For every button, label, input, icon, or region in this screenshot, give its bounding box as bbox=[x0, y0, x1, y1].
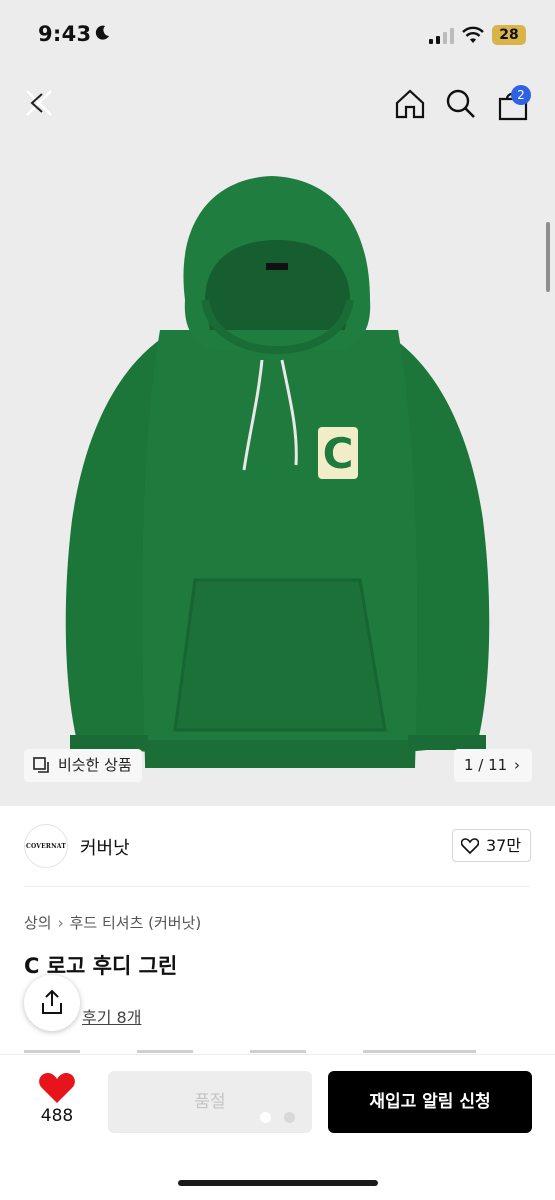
breadcrumb: 상의 › 후드 티셔츠 (커버낫) bbox=[24, 912, 201, 933]
wishlist-count: 488 bbox=[40, 1106, 74, 1126]
restock-alert-button[interactable]: 재입고 알림 신청 bbox=[328, 1071, 532, 1133]
wifi-icon bbox=[462, 26, 484, 43]
heart-outline-icon bbox=[461, 838, 479, 854]
carousel-dots bbox=[258, 1112, 298, 1124]
similar-products-button[interactable]: 비슷한 상품 bbox=[24, 749, 142, 782]
search-icon[interactable] bbox=[445, 88, 477, 120]
copy-icon bbox=[33, 757, 49, 773]
product-image-gallery[interactable]: C bbox=[0, 72, 555, 806]
thumbnail[interactable] bbox=[24, 1050, 80, 1053]
brand-name[interactable]: 커버낫 bbox=[80, 834, 130, 860]
divider bbox=[24, 886, 531, 887]
battery-indicator: 28 bbox=[492, 25, 526, 45]
breadcrumb-category[interactable]: 상의 bbox=[24, 914, 52, 932]
hoodie-image: C bbox=[65, 176, 490, 768]
home-icon[interactable] bbox=[394, 88, 426, 120]
similar-products-label: 비슷한 상품 bbox=[58, 756, 132, 774]
thumbnail[interactable] bbox=[250, 1050, 306, 1053]
heart-filled-icon[interactable] bbox=[38, 1072, 76, 1104]
review-link[interactable]: 후기 8개 bbox=[82, 1004, 141, 1028]
scroll-indicator bbox=[546, 222, 550, 292]
image-page-counter[interactable]: 1 / 11 › bbox=[454, 749, 532, 782]
status-bar: 9:43 28 bbox=[0, 0, 555, 72]
moon-icon bbox=[95, 25, 109, 40]
brand-logo[interactable]: COVERNAT bbox=[24, 824, 68, 868]
chevron-right-icon: › bbox=[57, 914, 64, 932]
share-icon bbox=[42, 989, 62, 1014]
thumbnail[interactable] bbox=[363, 1050, 476, 1053]
thumbnail[interactable] bbox=[137, 1050, 193, 1053]
hoodie-logo-letter: C bbox=[323, 429, 354, 478]
page-indicator-text: 1 / 11 bbox=[464, 756, 508, 774]
carousel-dot bbox=[284, 1112, 295, 1123]
breadcrumb-subcategory[interactable]: 후드 티셔츠 (커버낫) bbox=[70, 914, 202, 932]
signal-icon bbox=[429, 28, 454, 44]
brand-like-button[interactable]: 37만 bbox=[452, 829, 531, 862]
cart-count-badge: 2 bbox=[511, 85, 531, 105]
chevron-right-icon: › bbox=[514, 756, 520, 774]
home-indicator bbox=[178, 1180, 378, 1186]
carousel-dot-active bbox=[260, 1112, 271, 1123]
brand-like-count: 37만 bbox=[486, 836, 522, 855]
status-time: 9:43 bbox=[38, 22, 92, 46]
close-icon[interactable] bbox=[22, 86, 56, 120]
share-button[interactable] bbox=[24, 975, 80, 1031]
